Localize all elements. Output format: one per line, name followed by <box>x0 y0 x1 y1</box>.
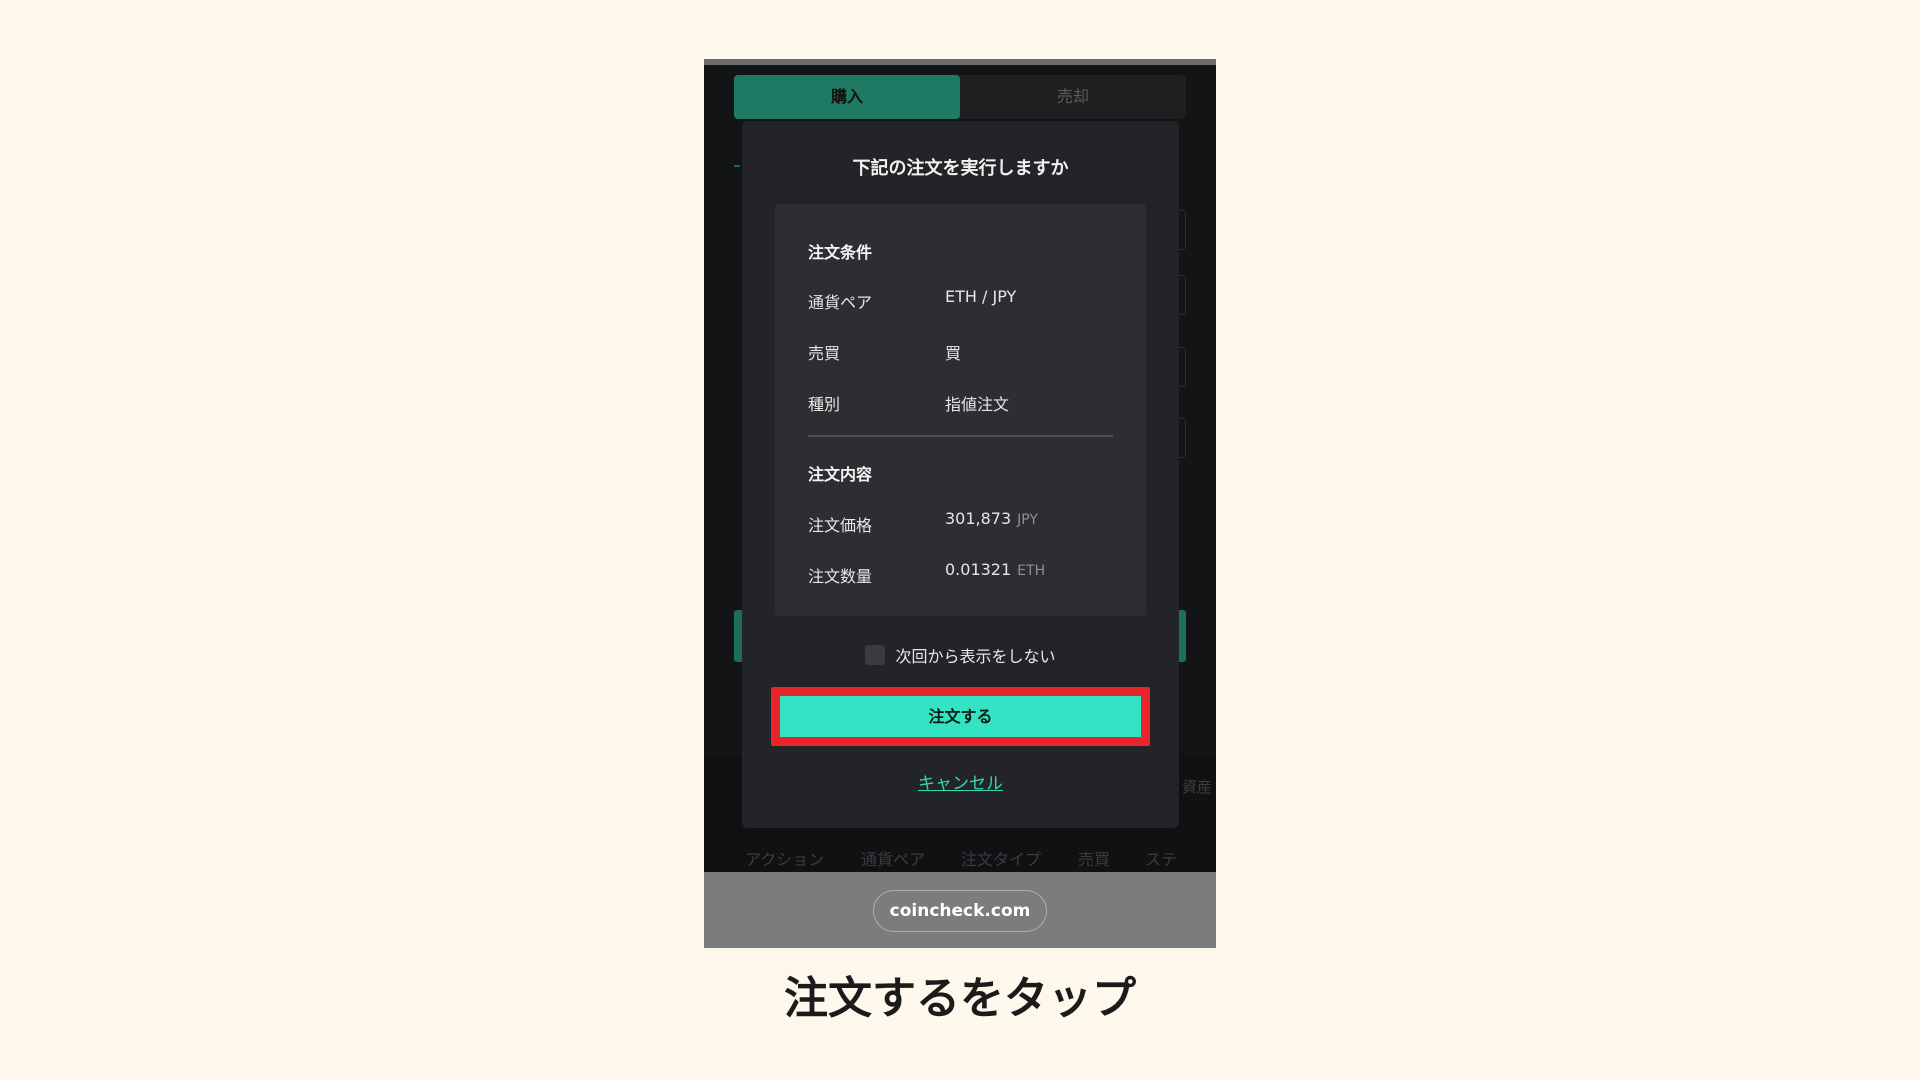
column-header: ステ <box>1145 850 1178 869</box>
order-confirm-dialog: 下記の注文を実行しますか 注文条件 通貨ペア ETH / JPY 売買 買 種別… <box>742 121 1179 828</box>
conditions-section-title: 注文条件 <box>808 243 873 262</box>
bg-slider-accent <box>734 165 740 167</box>
order-price-amount: 301,873 <box>945 509 1012 528</box>
trade-tabs: 購入 売却 <box>734 75 1186 119</box>
dont-show-again-row[interactable]: 次回から表示をしない <box>742 643 1179 667</box>
order-type-label: 種別 <box>808 395 841 414</box>
currency-pair-label: 通貨ペア <box>808 293 873 312</box>
order-quantity-amount: 0.01321 <box>945 560 1012 579</box>
bg-asset-label: 資産 <box>1182 778 1213 796</box>
order-price-label: 注文価格 <box>808 516 873 535</box>
browser-url-bar: coincheck.com <box>704 872 1216 948</box>
url-pill[interactable]: coincheck.com <box>873 890 1047 932</box>
order-button-highlight: 注文する <box>771 687 1150 746</box>
order-price-unit: JPY <box>1017 512 1038 528</box>
tab-buy[interactable]: 購入 <box>734 75 960 119</box>
cancel-link[interactable]: キャンセル <box>742 769 1179 794</box>
column-header: アクション <box>745 850 825 869</box>
order-price-value: 301,873 JPY <box>945 509 1038 528</box>
order-quantity-unit: ETH <box>1017 563 1046 579</box>
instruction-caption: 注文するをタップ <box>784 973 1136 1024</box>
side-value: 買 <box>945 344 962 363</box>
dialog-title: 下記の注文を実行しますか <box>852 158 1069 179</box>
currency-pair-value: ETH / JPY <box>945 287 1017 306</box>
dont-show-again-checkbox[interactable] <box>865 645 886 665</box>
order-details-panel: 注文条件 通貨ペア ETH / JPY 売買 買 種別 指値注文 注文内容 注文… <box>775 204 1146 616</box>
tab-sell[interactable]: 売却 <box>960 75 1186 119</box>
phone-screen: 購入 売却 資産 アクション 通貨ペア 注文タイプ 売買 ステ 下記の注文を実行… <box>704 59 1216 948</box>
column-header: 売買 <box>1078 850 1111 869</box>
order-quantity-label: 注文数量 <box>808 567 873 586</box>
section-divider <box>808 435 1113 437</box>
order-type-value: 指値注文 <box>945 395 1010 414</box>
column-header: 通貨ペア <box>861 850 926 869</box>
content-section-title: 注文内容 <box>808 465 873 484</box>
side-label: 売買 <box>808 344 841 363</box>
order-quantity-value: 0.01321 ETH <box>945 560 1045 579</box>
column-header: 注文タイプ <box>961 850 1042 869</box>
dont-show-again-label[interactable]: 次回から表示をしない <box>895 647 1055 666</box>
place-order-button[interactable]: 注文する <box>780 696 1141 737</box>
